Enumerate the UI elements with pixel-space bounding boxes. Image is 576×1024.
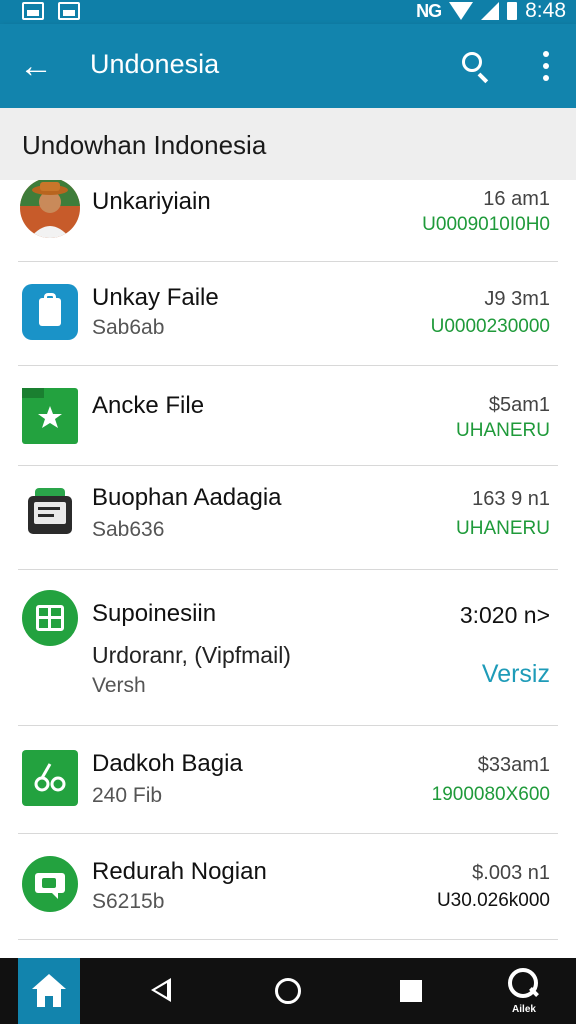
search-icon[interactable] [458, 48, 494, 84]
status-bar: NG 8:48 [0, 0, 576, 24]
list-item[interactable]: Unkay Faile Sab6ab J9 3m1 U0000230000 [0, 262, 576, 366]
list-item[interactable]: Redurah Nogian S6215b $.003 n1 U30.026k0… [0, 834, 576, 940]
item-time: 163 9 n1 [472, 488, 550, 510]
item-status: U0009010I0H0 [422, 214, 550, 235]
wifi-icon [449, 2, 474, 20]
network-type: NG [416, 0, 442, 21]
item-subtitle: Sab6ab [92, 316, 165, 339]
item-subtitle-secondary: Versh [92, 674, 146, 697]
signpost-icon [22, 590, 78, 646]
item-title: Supoinesiin [92, 600, 217, 627]
item-time: $33am1 [477, 754, 550, 776]
home-icon[interactable] [18, 958, 80, 1024]
nav-home-icon[interactable] [275, 978, 301, 1004]
item-status: UHANERU [456, 420, 550, 441]
bottom-nav: Ailek [0, 958, 576, 1024]
item-subtitle: Urdoranr, (Vipfmail) [92, 642, 291, 668]
app-title: Undonesia [90, 49, 220, 79]
item-title: Ancke File [92, 392, 205, 419]
chat-icon [22, 856, 78, 912]
item-subtitle: S6215b [92, 890, 165, 913]
item-title: Unkay Faile [92, 284, 219, 311]
folder-star-icon [22, 388, 78, 444]
clock: 8:48 [525, 0, 566, 22]
avatar [20, 180, 80, 238]
gallery-notification-icon [22, 2, 44, 20]
terminal-icon [22, 488, 78, 544]
item-subtitle: 240 Fib [92, 784, 163, 807]
list-item[interactable]: Dadkoh Bagia 240 Fib $33am1 1900080X600 [0, 726, 576, 834]
back-arrow-icon[interactable]: ← [18, 46, 54, 86]
item-status: 1900080X600 [431, 784, 550, 805]
signal-icon [481, 2, 500, 20]
item-subtitle: Sab636 [92, 518, 165, 541]
list-item[interactable]: Supoinesiin Urdoranr, (Vipfmail) Versh 3… [0, 570, 576, 726]
nav-recents-icon[interactable] [400, 980, 422, 1002]
item-status: U0000230000 [430, 316, 550, 337]
file-list: Unkariyiain 16 am1 U0009010I0H0 Unkay Fa… [0, 180, 576, 958]
assistant-button[interactable]: Ailek [496, 964, 552, 1020]
app-bar: ← Undonesia [0, 24, 576, 108]
photo-notification-icon [58, 2, 80, 20]
item-time: $.003 n1 [472, 862, 550, 884]
share-icon [22, 750, 78, 806]
item-status-link[interactable]: Versiz [482, 660, 550, 689]
item-status: U30.026k000 [436, 890, 550, 911]
list-item[interactable]: Unkariyiain 16 am1 U0009010I0H0 [0, 180, 576, 262]
list-item[interactable]: Ancke File $5am1 UHANERU [0, 366, 576, 466]
divider [18, 939, 558, 940]
item-time: $5am1 [488, 394, 550, 416]
item-time: J9 3m1 [484, 288, 550, 310]
section-title: Undowhan Indonesia [22, 130, 267, 160]
file-icon [22, 284, 78, 340]
item-title: Unkariyiain [92, 188, 211, 215]
battery-icon [507, 2, 518, 20]
item-time: 3:020 n> [459, 602, 550, 628]
assistant-label: Ailek [512, 1004, 536, 1015]
item-time: 16 am1 [483, 188, 550, 210]
nav-back-icon[interactable] [151, 978, 171, 1002]
more-options-icon[interactable] [532, 51, 560, 81]
list-item[interactable]: Buophan Aadagia Sab636 163 9 n1 UHANERU [0, 466, 576, 570]
item-status: UHANERU [456, 518, 550, 539]
item-title: Redurah Nogian [92, 858, 267, 885]
item-title: Dadkoh Bagia [92, 750, 243, 777]
section-header: Undowhan Indonesia [0, 108, 576, 180]
item-title: Buophan Aadagia [92, 484, 282, 511]
